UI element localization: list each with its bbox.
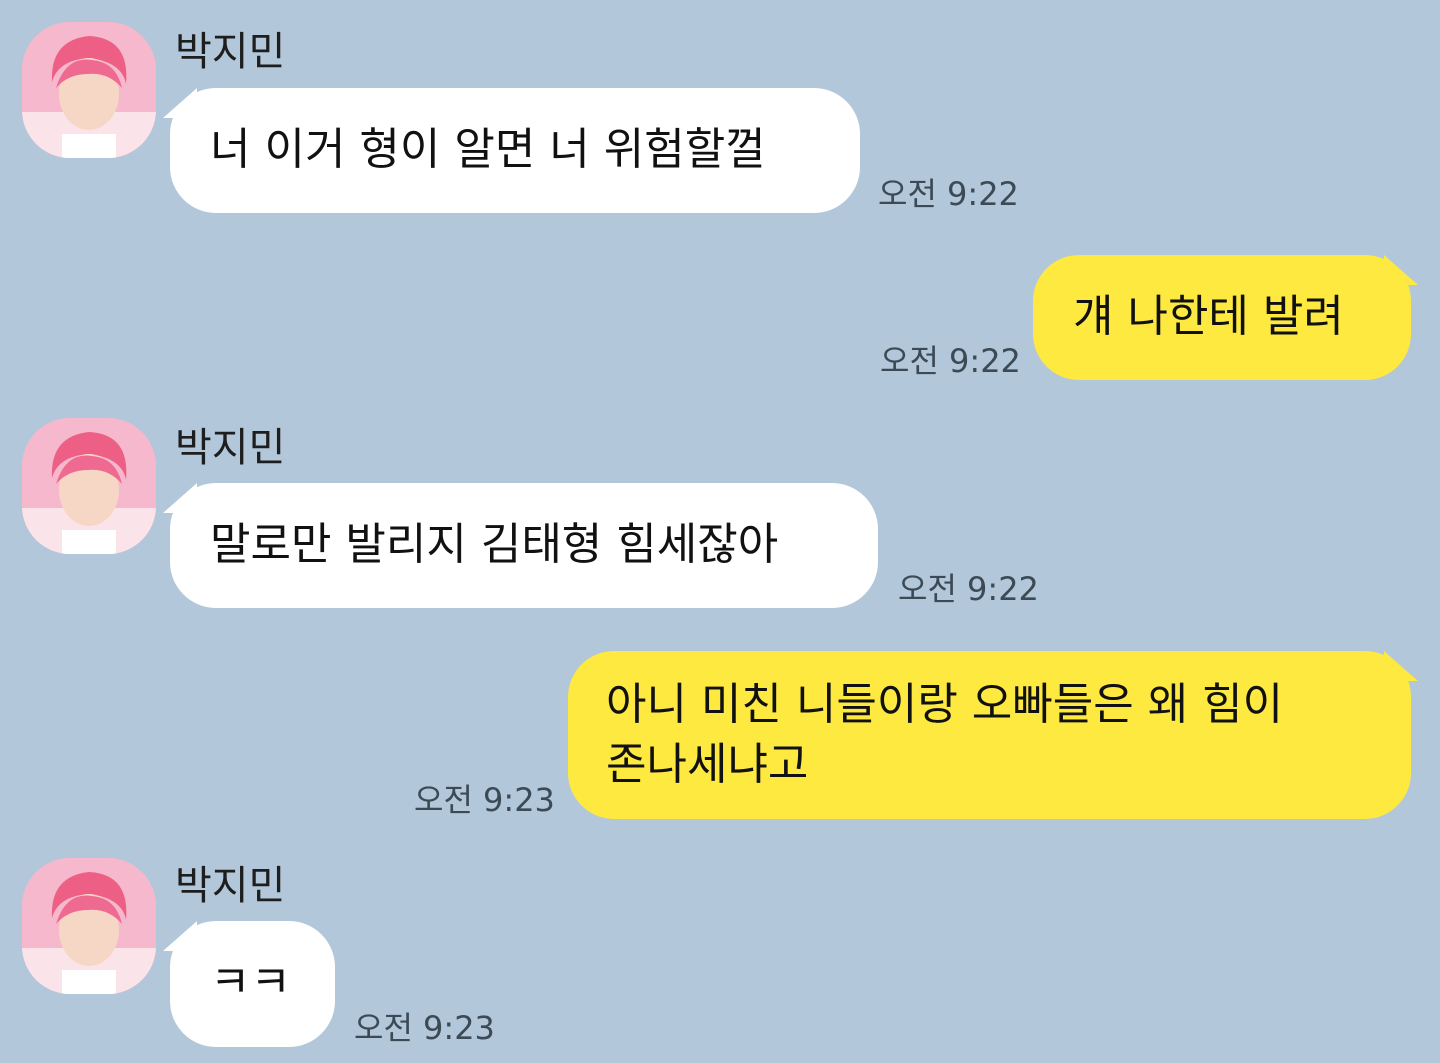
sender-name: 박지민 [175,425,286,471]
profile-avatar[interactable] [22,418,156,554]
message-bubble-incoming[interactable]: 말로만 발리지 김태형 힘세잖아 [170,483,878,608]
message-text: ㅋㅋ [210,957,291,1008]
message-bubble-incoming[interactable]: ㅋㅋ [170,921,335,1047]
message-timestamp: 오전 9:22 [880,342,1021,380]
message-text-line: 존나세냐고 [606,739,809,790]
sender-name: 박지민 [175,29,286,75]
message-timestamp: 오전 9:22 [898,570,1039,608]
profile-avatar[interactable] [22,858,156,994]
message-text: 너 이거 형이 알면 너 위험할껄 [210,124,766,175]
bubble-tail [1384,651,1418,681]
message-bubble-incoming[interactable]: 너 이거 형이 알면 너 위험할껄 [170,88,860,213]
message-timestamp: 오전 9:22 [878,175,1019,213]
message-text: 말로만 발리지 김태형 힘세잖아 [210,519,779,570]
profile-avatar-icon [22,418,156,554]
message-timestamp: 오전 9:23 [354,1009,495,1047]
message-bubble-outgoing[interactable]: 걔 나한테 발려 [1033,255,1411,380]
profile-avatar-icon [22,22,156,158]
message-bubble-outgoing[interactable]: 아니 미친 니들이랑 오빠들은 왜 힘이 존나세냐고 [568,651,1411,819]
profile-avatar-icon [22,858,156,994]
message-text: 걔 나한테 발려 [1073,291,1344,342]
bubble-tail [1384,255,1418,285]
message-text-line: 아니 미친 니들이랑 오빠들은 왜 힘이 [606,679,1284,730]
message-timestamp: 오전 9:23 [414,781,555,819]
profile-avatar[interactable] [22,22,156,158]
sender-name: 박지민 [175,863,286,909]
